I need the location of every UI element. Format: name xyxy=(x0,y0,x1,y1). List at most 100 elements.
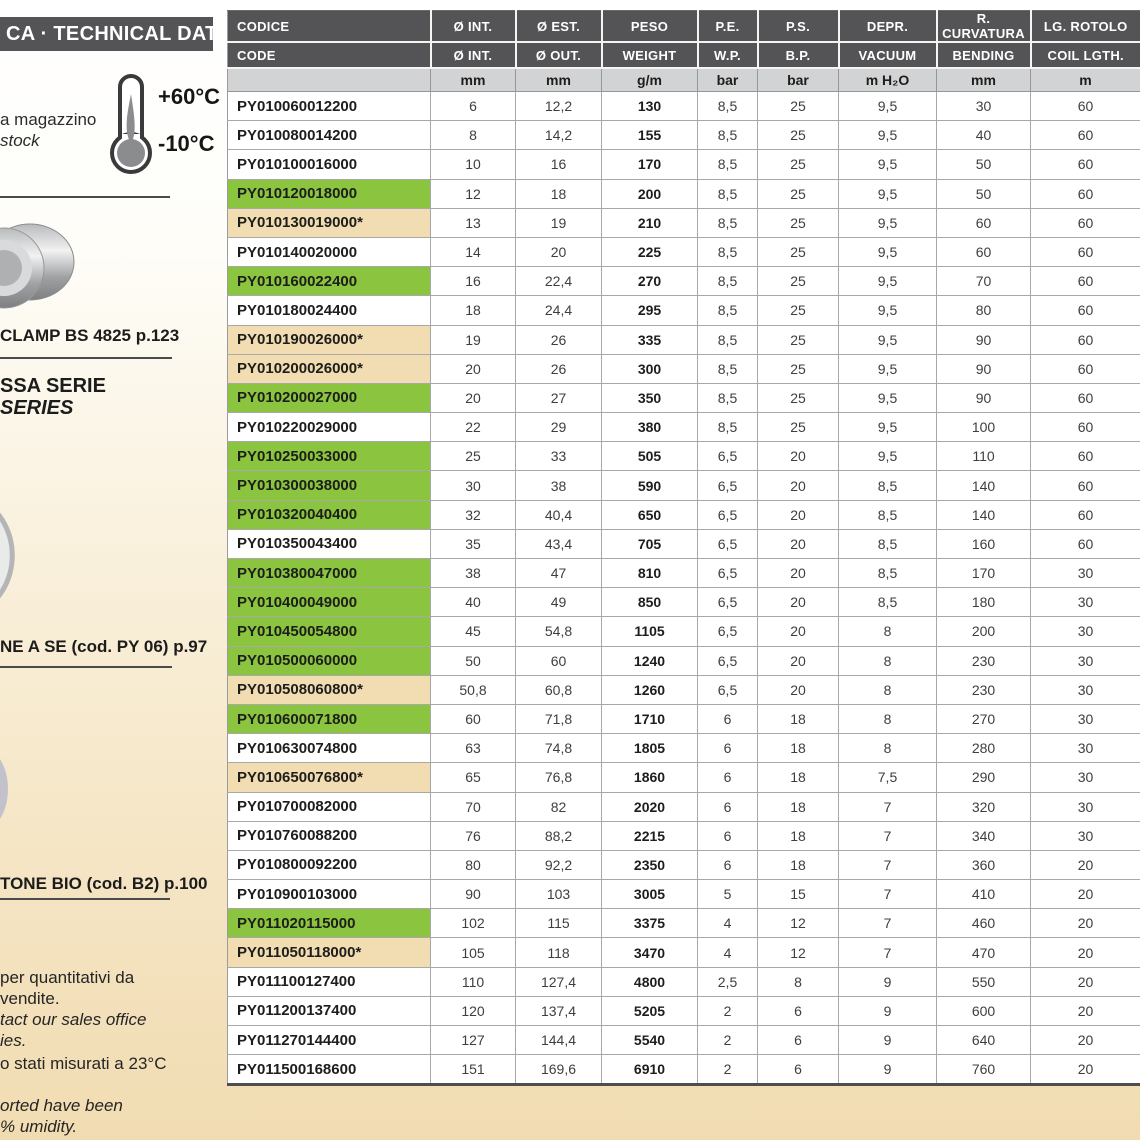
table-row: PY010140020000 14 20 225 8,5 25 9,5 60 6… xyxy=(228,237,1140,266)
burst-pressure-cell: 25 xyxy=(758,325,839,354)
coil-length-cell: 30 xyxy=(1031,704,1140,733)
bending-radius-cell: 90 xyxy=(937,325,1031,354)
weight-cell: 850 xyxy=(602,588,698,617)
product-code-cell: PY010450054800 xyxy=(228,617,431,646)
inner-diameter-cell: 45 xyxy=(431,617,516,646)
working-pressure-cell: 8,5 xyxy=(698,267,758,296)
burst-pressure-cell: 25 xyxy=(758,296,839,325)
inner-diameter-cell: 63 xyxy=(431,734,516,763)
outer-diameter-cell: 137,4 xyxy=(516,996,602,1025)
working-pressure-cell: 8,5 xyxy=(698,383,758,412)
unit-bar-bp: bar xyxy=(758,68,839,92)
product-code-cell: PY010060012200 xyxy=(228,92,431,121)
unit-blank xyxy=(228,68,431,92)
outer-diameter-cell: 49 xyxy=(516,588,602,617)
table-row: PY010700082000 70 82 2020 6 18 7 320 30 xyxy=(228,792,1140,821)
table-row: PY010500060000 50 60 1240 6,5 20 8 230 3… xyxy=(228,646,1140,675)
vacuum-cell: 9 xyxy=(839,967,937,996)
col-header-int-en: Ø INT. xyxy=(431,42,516,68)
vacuum-cell: 8,5 xyxy=(839,471,937,500)
bending-radius-cell: 140 xyxy=(937,500,1031,529)
inner-diameter-cell: 76 xyxy=(431,821,516,850)
vacuum-cell: 7,5 xyxy=(839,763,937,792)
weight-cell: 200 xyxy=(602,179,698,208)
temp-max-label: +60°C xyxy=(158,84,220,110)
burst-pressure-cell: 25 xyxy=(758,179,839,208)
bending-radius-cell: 180 xyxy=(937,588,1031,617)
weight-cell: 210 xyxy=(602,208,698,237)
coil-length-cell: 60 xyxy=(1031,121,1140,150)
burst-pressure-cell: 25 xyxy=(758,413,839,442)
outer-diameter-cell: 74,8 xyxy=(516,734,602,763)
working-pressure-cell: 2 xyxy=(698,1055,758,1085)
working-pressure-cell: 6,5 xyxy=(698,646,758,675)
divider xyxy=(0,357,172,359)
outer-diameter-cell: 71,8 xyxy=(516,704,602,733)
working-pressure-cell: 6,5 xyxy=(698,442,758,471)
bending-radius-cell: 60 xyxy=(937,208,1031,237)
burst-pressure-cell: 20 xyxy=(758,675,839,704)
weight-cell: 1240 xyxy=(602,646,698,675)
table-row: PY010180024400 18 24,4 295 8,5 25 9,5 80… xyxy=(228,296,1140,325)
table-row: PY010350043400 35 43,4 705 6,5 20 8,5 16… xyxy=(228,529,1140,558)
burst-pressure-cell: 25 xyxy=(758,208,839,237)
coil-length-cell: 20 xyxy=(1031,850,1140,879)
coil-length-cell: 60 xyxy=(1031,529,1140,558)
working-pressure-cell: 6 xyxy=(698,792,758,821)
outer-diameter-cell: 38 xyxy=(516,471,602,500)
product-code-cell: PY011270144400 xyxy=(228,1026,431,1055)
working-pressure-cell: 6,5 xyxy=(698,617,758,646)
footnote-reported-line2: % umidity. xyxy=(0,1116,77,1137)
table-row: PY010060012200 6 12,2 130 8,5 25 9,5 30 … xyxy=(228,92,1140,121)
bending-radius-cell: 140 xyxy=(937,471,1031,500)
weight-cell: 1805 xyxy=(602,734,698,763)
col-header-weight: WEIGHT xyxy=(602,42,698,68)
vacuum-cell: 9,5 xyxy=(839,92,937,121)
bending-radius-cell: 290 xyxy=(937,763,1031,792)
bending-radius-cell: 160 xyxy=(937,529,1031,558)
table-row: PY010190026000* 19 26 335 8,5 25 9,5 90 … xyxy=(228,325,1140,354)
outer-diameter-cell: 26 xyxy=(516,325,602,354)
vacuum-cell: 7 xyxy=(839,938,937,967)
bending-radius-cell: 600 xyxy=(937,996,1031,1025)
vacuum-cell: 7 xyxy=(839,850,937,879)
product-code-cell: PY010180024400 xyxy=(228,296,431,325)
inner-diameter-cell: 60 xyxy=(431,704,516,733)
vacuum-cell: 8,5 xyxy=(839,500,937,529)
table-row: PY010080014200 8 14,2 155 8,5 25 9,5 40 … xyxy=(228,121,1140,150)
burst-pressure-cell: 6 xyxy=(758,996,839,1025)
vacuum-cell: 9,5 xyxy=(839,179,937,208)
weight-cell: 1260 xyxy=(602,675,698,704)
bending-radius-cell: 110 xyxy=(937,442,1031,471)
inner-diameter-cell: 50 xyxy=(431,646,516,675)
bending-radius-cell: 760 xyxy=(937,1055,1031,1085)
burst-pressure-cell: 20 xyxy=(758,588,839,617)
bending-radius-cell: 360 xyxy=(937,850,1031,879)
table-row: PY010250033000 25 33 505 6,5 20 9,5 110 … xyxy=(228,442,1140,471)
weight-cell: 6910 xyxy=(602,1055,698,1085)
outer-diameter-cell: 24,4 xyxy=(516,296,602,325)
inner-diameter-cell: 32 xyxy=(431,500,516,529)
weight-cell: 335 xyxy=(602,325,698,354)
product-code-cell: PY010100016000 xyxy=(228,150,431,179)
bending-radius-cell: 320 xyxy=(937,792,1031,821)
coil-length-cell: 20 xyxy=(1031,1055,1140,1085)
weight-cell: 2215 xyxy=(602,821,698,850)
burst-pressure-cell: 18 xyxy=(758,704,839,733)
coil-length-cell: 60 xyxy=(1031,267,1140,296)
product-code-cell: PY010200026000* xyxy=(228,354,431,383)
product-code-cell: PY010120018000 xyxy=(228,179,431,208)
weight-cell: 130 xyxy=(602,92,698,121)
weight-cell: 650 xyxy=(602,500,698,529)
col-header-codice: CODICE xyxy=(228,11,431,43)
outer-diameter-cell: 60,8 xyxy=(516,675,602,704)
coil-length-cell: 30 xyxy=(1031,559,1140,588)
product-code-cell: PY010320040400 xyxy=(228,500,431,529)
inner-diameter-cell: 110 xyxy=(431,967,516,996)
burst-pressure-cell: 18 xyxy=(758,734,839,763)
working-pressure-cell: 8,5 xyxy=(698,121,758,150)
bending-radius-cell: 410 xyxy=(937,880,1031,909)
working-pressure-cell: 6,5 xyxy=(698,529,758,558)
col-header-est-it: Ø EST. xyxy=(516,11,602,43)
vacuum-cell: 8 xyxy=(839,646,937,675)
